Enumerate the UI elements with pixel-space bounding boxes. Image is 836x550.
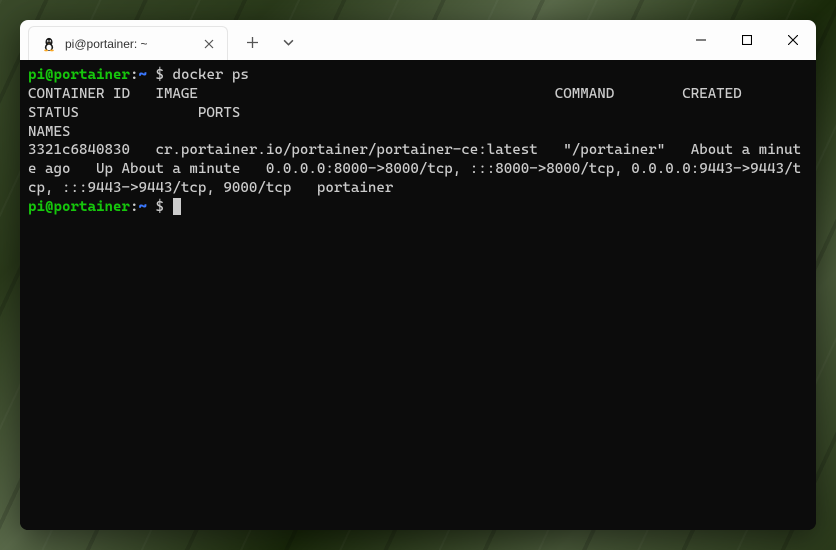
minimize-button[interactable] bbox=[678, 20, 724, 60]
tab-actions bbox=[228, 20, 304, 60]
window-controls bbox=[678, 20, 816, 60]
tab-close-button[interactable] bbox=[201, 36, 217, 52]
maximize-button[interactable] bbox=[724, 20, 770, 60]
output-row: 3321c6840830 cr.portainer.io/portainer/p… bbox=[28, 142, 801, 196]
output-header: CONTAINER ID IMAGE COMMAND CREATED STATU… bbox=[28, 86, 816, 140]
prompt-path: ~ bbox=[138, 67, 147, 83]
prompt-symbol: $ bbox=[147, 199, 173, 215]
cursor bbox=[173, 198, 181, 215]
new-tab-button[interactable] bbox=[236, 26, 268, 58]
prompt-user: pi@portainer bbox=[28, 199, 130, 215]
tux-icon bbox=[41, 36, 57, 52]
terminal-content[interactable]: pi@portainer:~ $ docker ps CONTAINER ID … bbox=[20, 60, 816, 530]
prompt-path: ~ bbox=[138, 199, 147, 215]
close-button[interactable] bbox=[770, 20, 816, 60]
prompt-user: pi@portainer bbox=[28, 67, 130, 83]
tab-dropdown-button[interactable] bbox=[272, 26, 304, 58]
tab-title: pi@portainer: ~ bbox=[65, 37, 193, 51]
tab-active[interactable]: pi@portainer: ~ bbox=[28, 26, 228, 60]
terminal-window: pi@portainer: ~ pi@portainer:~ $ bbox=[20, 20, 816, 530]
command-text: docker ps bbox=[172, 67, 248, 83]
titlebar: pi@portainer: ~ bbox=[20, 20, 816, 60]
prompt-symbol: $ bbox=[147, 67, 173, 83]
